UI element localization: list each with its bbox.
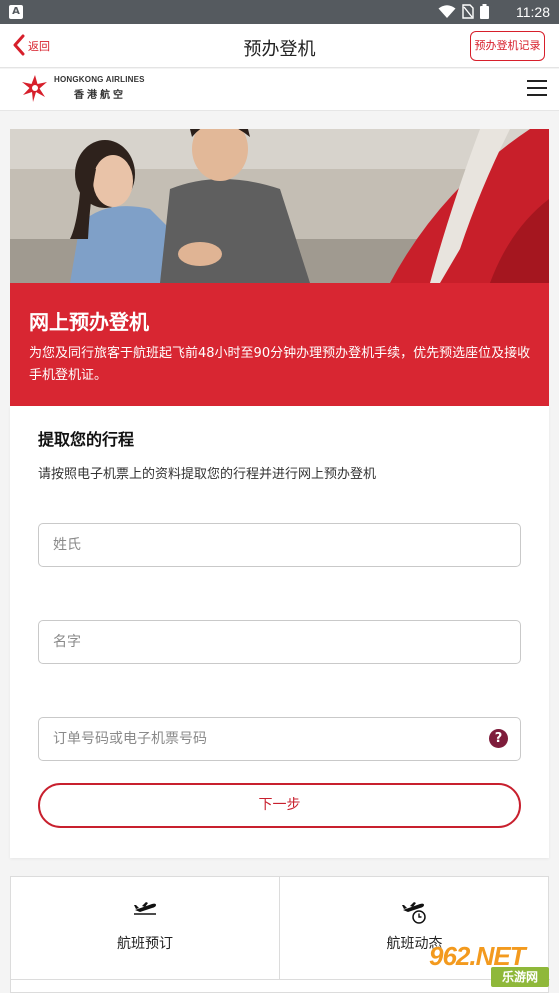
retrieve-itinerary-card: 提取您的行程 请按照电子机票上的资料提取您的行程并进行网上预办登机 ? 下一步 (10, 406, 549, 858)
plane-clock-icon (401, 902, 426, 924)
system-icons (438, 4, 489, 19)
hero-banner: 网上预办登机 为您及同行旅客于航班起飞前48小时至90分钟办理预办登机手续，优先… (10, 283, 549, 406)
nav-bar: 返回 预办登机 预办登机记录 (0, 24, 559, 68)
tile-label: 航班预订 (117, 936, 173, 952)
checkin-records-button[interactable]: 预办登机记录 (470, 31, 545, 61)
tile-flight-booking[interactable]: 航班预订 (11, 877, 280, 980)
battery-icon (480, 4, 489, 19)
hamburger-menu-icon[interactable] (527, 80, 547, 96)
form-heading: 提取您的行程 (38, 430, 135, 449)
hero-description: 为您及同行旅客于航班起飞前48小时至90分钟办理预办登机手续，优先预选座位及接收… (29, 346, 531, 383)
hero-title: 网上预办登机 (29, 310, 149, 334)
site-watermark: 962.NET 乐游网 (425, 941, 553, 987)
clock-time: 11:28 (516, 4, 550, 20)
given-name-input[interactable] (39, 621, 520, 663)
brand-bar: HONGKONG AIRLINES 香港航空 (0, 69, 559, 111)
no-sim-icon (462, 4, 474, 19)
surname-input[interactable] (39, 524, 520, 566)
hero-photo-illustration (10, 129, 549, 283)
brand-name-chinese: 香港航空 (74, 90, 126, 101)
surname-field[interactable] (38, 523, 521, 567)
plane-takeoff-icon (134, 902, 156, 915)
hongkong-airlines-logo[interactable] (20, 73, 50, 105)
app-notification-icon: A (9, 5, 23, 19)
booking-ref-input[interactable] (39, 718, 520, 760)
brand-name-english: HONGKONG AIRLINES (54, 75, 145, 84)
wifi-icon (438, 4, 456, 18)
help-icon[interactable]: ? (489, 729, 508, 748)
form-subheading: 请按照电子机票上的资料提取您的行程并进行网上预办登机 (38, 467, 377, 482)
hero-image (10, 129, 549, 283)
next-step-button[interactable]: 下一步 (38, 783, 521, 828)
given-name-field[interactable] (38, 620, 521, 664)
status-bar: A 11:28 (0, 0, 559, 24)
booking-ref-field[interactable]: ? (38, 717, 521, 761)
watermark-sub-text: 乐游网 (491, 967, 549, 987)
